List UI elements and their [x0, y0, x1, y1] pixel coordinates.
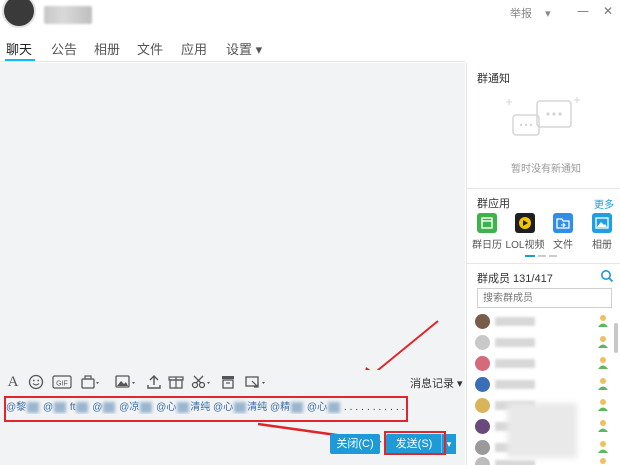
svg-text:GIF: GIF: [56, 381, 68, 388]
member-row[interactable]: [475, 375, 610, 395]
member-status-icon: [598, 315, 608, 327]
member-status-icon: [598, 378, 608, 390]
input-toolbar: A GIF 消息记录 ▾: [0, 370, 465, 394]
group-avatar[interactable]: [2, 0, 36, 28]
screenshot-scissors-icon[interactable]: [190, 373, 214, 391]
file-share-icon: [553, 213, 573, 233]
minimize-button[interactable]: —: [575, 3, 591, 19]
tab-notice[interactable]: 公告: [51, 39, 77, 58]
avatar: [475, 398, 490, 413]
member-name-redacted: [495, 380, 535, 389]
photo-album-icon: [592, 213, 612, 233]
member-status-icon: [598, 336, 608, 348]
member-status-icon: [598, 441, 608, 453]
avatar: [475, 335, 490, 350]
tab-files[interactable]: 文件: [137, 39, 163, 58]
gif-icon[interactable]: GIF: [52, 373, 72, 391]
member-search-icon[interactable]: [600, 269, 614, 283]
tab-album[interactable]: 相册: [94, 39, 120, 58]
avatar: [475, 356, 490, 371]
member-row[interactable]: [475, 312, 610, 332]
annotation-input-highlight: [4, 396, 408, 422]
emoji-icon[interactable]: [28, 373, 44, 391]
apps-pager-dots[interactable]: [525, 255, 561, 257]
close-button[interactable]: 关闭(C): [330, 434, 380, 454]
calendar-icon: [477, 213, 497, 233]
member-status-icon: [600, 458, 606, 464]
avatar: [475, 419, 490, 434]
app-album[interactable]: 相册: [584, 213, 620, 251]
avatar: [475, 314, 490, 329]
app-label: 群日历: [472, 240, 502, 251]
members-title: 群成员 131/417: [477, 273, 553, 285]
avatar: [475, 377, 490, 392]
apps-title: 群应用: [477, 198, 510, 210]
title-bar: 举报 ▾ — ✕: [0, 0, 620, 34]
image-icon[interactable]: [114, 373, 138, 391]
shake-icon[interactable]: [220, 373, 236, 391]
member-row[interactable]: [475, 354, 610, 374]
report-dropdown-icon[interactable]: ▾: [545, 8, 551, 20]
upload-icon[interactable]: [146, 373, 162, 391]
notice-title: 群通知: [477, 73, 510, 85]
report-button[interactable]: 举报 ▾: [510, 5, 551, 21]
notice-empty-text: 暂时没有新通知: [511, 164, 581, 175]
group-name-redacted: [44, 6, 92, 24]
member-name-redacted: [495, 317, 535, 326]
avatar: [475, 440, 490, 455]
member-row[interactable]: [475, 333, 610, 353]
avatar: [475, 457, 490, 465]
member-name-redacted: [495, 359, 535, 368]
tab-chat[interactable]: 聊天: [6, 39, 32, 58]
message-area[interactable]: [0, 63, 465, 370]
member-name-redacted: [495, 338, 535, 347]
report-label: 举报: [510, 8, 532, 20]
annotation-send-highlight: [384, 431, 446, 455]
gift-icon[interactable]: [168, 373, 184, 391]
remote-assist-icon[interactable]: [244, 373, 268, 391]
video-play-icon: [515, 213, 535, 233]
tab-settings[interactable]: 设置 ▾: [226, 39, 262, 58]
active-tab-indicator: [5, 59, 35, 61]
app-label: LOL视频: [505, 240, 545, 251]
app-label: 相册: [592, 240, 612, 251]
member-search-input[interactable]: [477, 288, 612, 308]
redacted-area: [507, 403, 577, 458]
right-panel: 群通知 暂时没有新通知 群应用 更多 群日历 LOL视频 文件 相册 群成员 1…: [466, 63, 620, 465]
tab-apps[interactable]: 应用: [181, 39, 207, 58]
font-icon[interactable]: A: [6, 373, 20, 391]
close-window-button[interactable]: ✕: [600, 3, 616, 19]
app-files[interactable]: 文件: [545, 213, 581, 251]
divider: [467, 188, 620, 189]
tab-bar: 聊天 公告 相册 文件 应用 设置 ▾: [0, 36, 465, 62]
app-group-calendar[interactable]: 群日历: [469, 213, 505, 251]
divider: [467, 263, 620, 264]
member-status-icon: [598, 357, 608, 369]
toolbox-icon[interactable]: [80, 373, 102, 391]
member-list-scrollbar[interactable]: [614, 323, 618, 353]
apps-more-link[interactable]: 更多: [594, 196, 614, 211]
empty-notice-illustration: [506, 97, 580, 136]
member-status-icon: [598, 399, 608, 411]
annotation-arrow-input: [365, 320, 439, 370]
member-status-icon: [598, 420, 608, 432]
member-name-redacted: [495, 460, 535, 465]
message-history-button[interactable]: 消息记录 ▾: [410, 375, 463, 391]
app-lol-video[interactable]: LOL视频: [505, 213, 545, 251]
app-label: 文件: [553, 240, 573, 251]
